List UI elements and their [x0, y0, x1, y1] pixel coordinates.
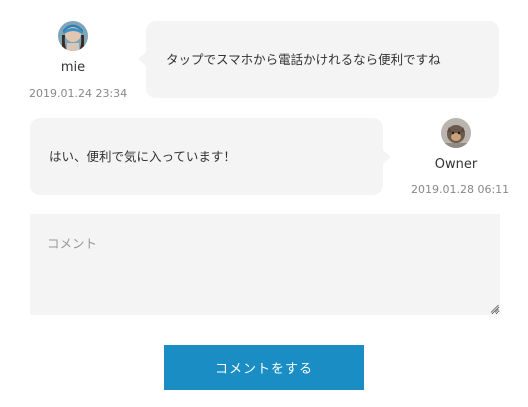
comment-date: 2019.01.24 23:34	[29, 87, 128, 100]
owner-avatar-icon	[441, 118, 471, 148]
comment-author: Owner	[426, 118, 486, 173]
comment-text: はい、便利で気に入っています！	[49, 148, 236, 164]
author-name: Owner	[434, 157, 478, 172]
comment-author: mie	[52, 21, 94, 76]
comment-input[interactable]	[30, 214, 500, 315]
comment-section: mie 2019.01.24 23:34 タップでスマホから電話かけれるなら便利…	[0, 0, 528, 407]
comment-date: 2019.01.28 06:11	[411, 183, 510, 196]
comment-text: タップでスマホから電話かけれるなら便利ですね	[166, 51, 441, 67]
bubble-tail	[383, 150, 391, 164]
comment-bubble: タップでスマホから電話かけれるなら便利ですね	[146, 21, 499, 98]
submit-comment-button[interactable]: コメントをする	[164, 345, 364, 390]
bubble-tail	[138, 52, 146, 66]
user-avatar-icon	[58, 21, 88, 51]
comment-bubble: はい、便利で気に入っています！	[30, 118, 383, 195]
author-name: mie	[60, 60, 86, 75]
